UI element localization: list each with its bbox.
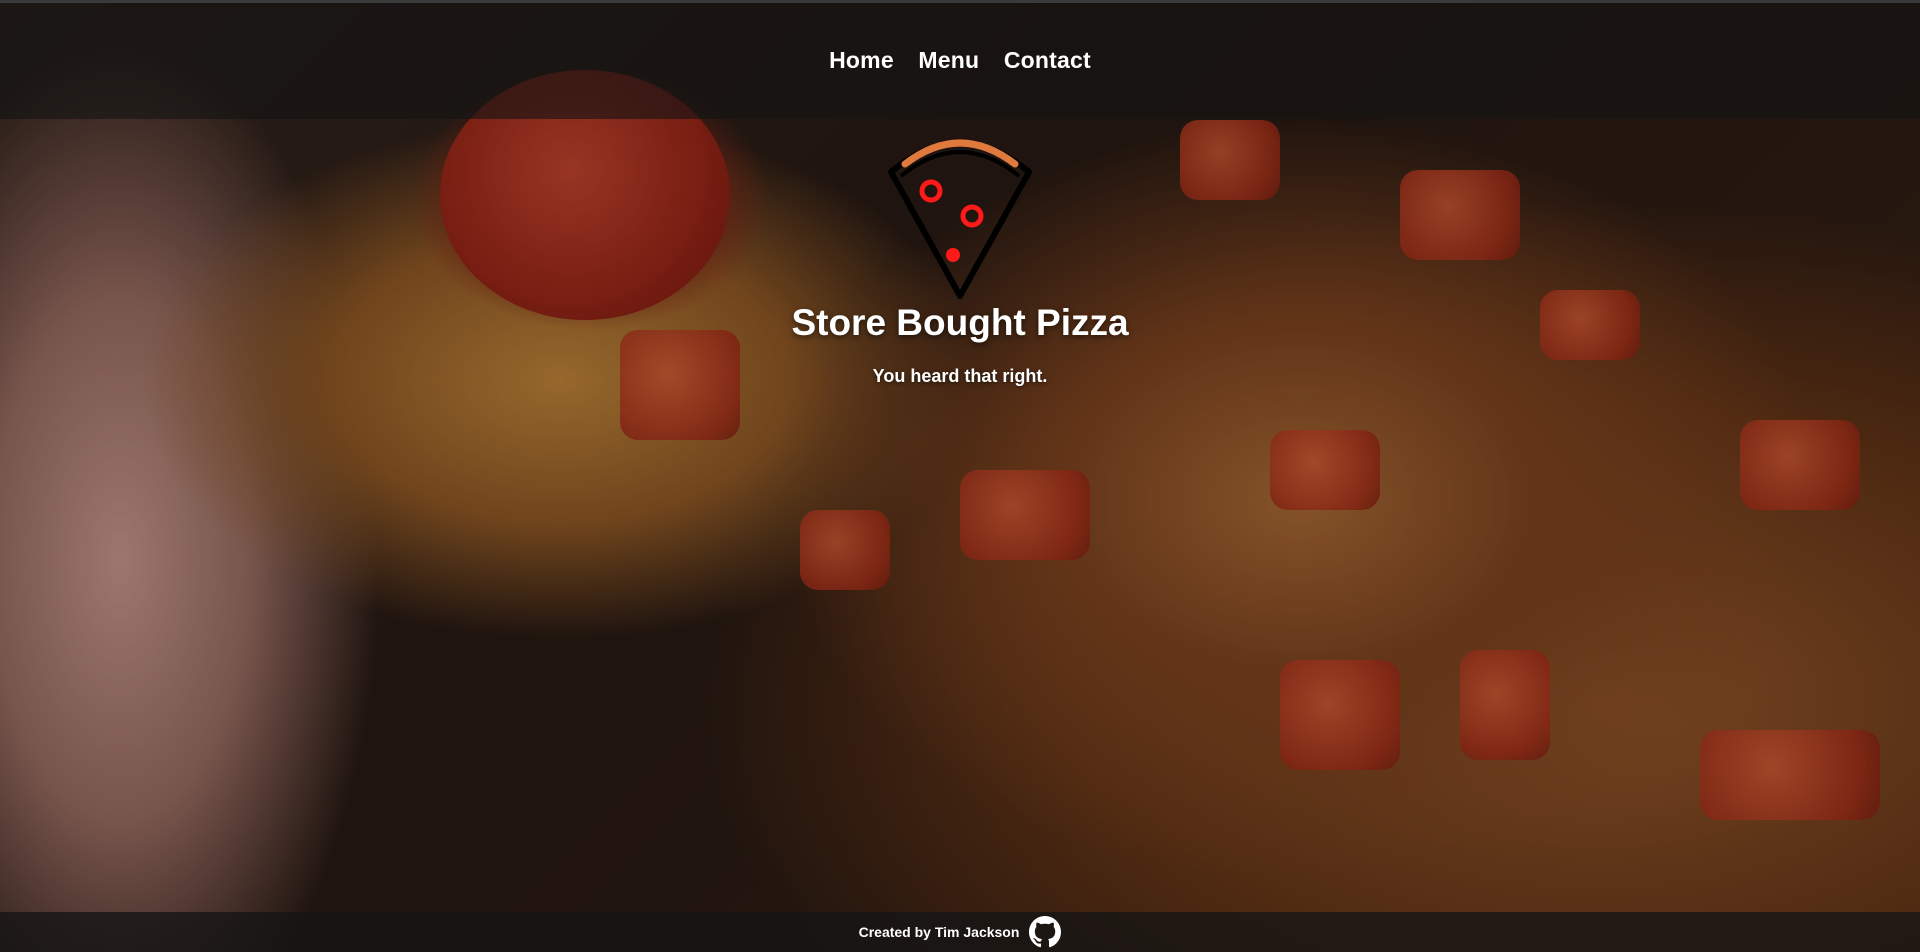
main-nav: Home Menu Contact [0,47,1920,74]
footer-content: Created by Tim Jackson [0,912,1920,952]
nav-link-home[interactable]: Home [829,47,894,73]
footer: Created by Tim Jackson [0,912,1920,952]
page-subtitle: You heard that right. [872,366,1048,386]
top-navigation-bar: Home Menu Contact [0,0,1920,119]
nav-link-menu[interactable]: Menu [918,47,979,73]
footer-credit: Created by Tim Jackson [858,924,1020,940]
pizza-slice-icon [883,128,1037,302]
github-icon[interactable] [1029,916,1062,948]
nav-link-contact[interactable]: Contact [1004,47,1091,73]
page-title: Store Bought Pizza [791,302,1129,343]
